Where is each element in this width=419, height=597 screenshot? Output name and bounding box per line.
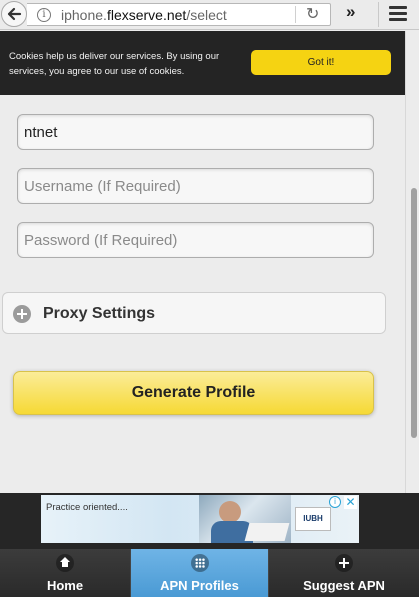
bottom-nav: Home APN Profiles Suggest APN xyxy=(0,549,419,597)
nav-suggest-apn-label: Suggest APN xyxy=(303,578,385,593)
ad-close-icon[interactable]: ✕ xyxy=(344,496,357,509)
grid-icon xyxy=(190,554,209,572)
info-icon[interactable]: i xyxy=(37,8,51,22)
apn-input[interactable] xyxy=(18,115,373,149)
ad-text: Practice oriented.... xyxy=(46,502,128,513)
username-field[interactable] xyxy=(17,168,374,204)
ad-photo xyxy=(199,495,291,543)
nav-home-label: Home xyxy=(46,578,84,593)
cookie-banner: Cookies help us deliver our services. By… xyxy=(0,31,405,95)
nav-apn-profiles[interactable]: APN Profiles xyxy=(131,549,269,597)
nav-home[interactable]: Home xyxy=(0,549,131,597)
ad-strip: Practice oriented.... IUBH i ✕ xyxy=(0,493,419,549)
nav-apn-profiles-label: APN Profiles xyxy=(160,578,239,593)
ad-banner[interactable]: Practice oriented.... IUBH i ✕ xyxy=(41,495,359,543)
back-button[interactable] xyxy=(1,1,27,27)
page-scrollbar[interactable] xyxy=(405,31,419,493)
hamburger-menu-icon[interactable] xyxy=(389,6,407,24)
generate-profile-button[interactable]: Generate Profile xyxy=(13,371,374,415)
ad-logo: IUBH xyxy=(295,507,331,531)
url-prefix: iphone. xyxy=(61,7,107,23)
overflow-chevron-icon[interactable]: » xyxy=(346,2,355,22)
password-input[interactable] xyxy=(18,223,373,257)
username-input[interactable] xyxy=(18,169,373,203)
url-bar[interactable]: i iphone.flexserve.net/select ↻ xyxy=(27,3,331,26)
proxy-settings-collapsible[interactable]: Proxy Settings xyxy=(2,292,386,334)
password-field[interactable] xyxy=(17,222,374,258)
back-arrow-icon xyxy=(7,7,22,21)
url-divider xyxy=(295,6,296,23)
scrollbar-thumb[interactable] xyxy=(411,188,417,438)
nav-suggest-apn[interactable]: Suggest APN xyxy=(269,549,419,597)
plus-icon xyxy=(335,554,353,572)
plus-circle-icon xyxy=(13,305,31,323)
apn-field[interactable] xyxy=(17,114,374,150)
reload-icon[interactable]: ↻ xyxy=(306,4,319,24)
url-domain: flexserve.net xyxy=(106,7,187,23)
toolbar-divider xyxy=(378,2,379,27)
home-icon xyxy=(56,554,74,572)
ad-info-icon[interactable]: i xyxy=(329,496,341,508)
proxy-settings-label: Proxy Settings xyxy=(43,305,156,322)
cookie-text: Cookies help us deliver our services. By… xyxy=(9,51,220,77)
browser-toolbar: i iphone.flexserve.net/select ↻ » xyxy=(0,0,419,30)
got-it-button[interactable]: Got it! xyxy=(251,50,391,75)
url-path: /select xyxy=(186,7,227,23)
url-text[interactable]: iphone.flexserve.net/select xyxy=(61,7,227,23)
